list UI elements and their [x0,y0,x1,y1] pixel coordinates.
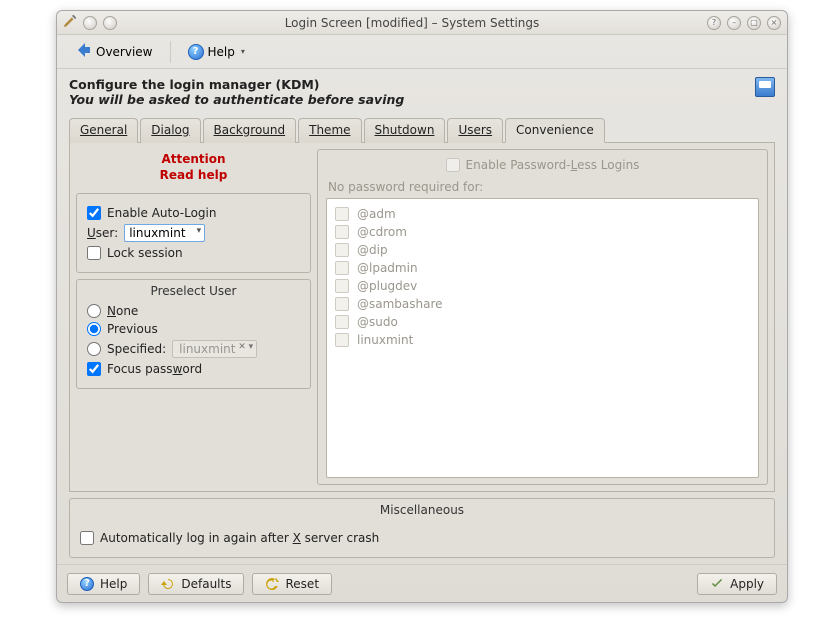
tab-panel-convenience: Attention Read help Enable Auto-Login Us… [69,143,775,492]
checkbox-disabled [335,225,349,239]
list-item: @plugdev [335,277,750,295]
list-item: @sambashare [335,295,750,313]
auto-relogin-label: Automatically log in again after X serve… [100,531,379,545]
settings-window: Login Screen [modified] – System Setting… [56,10,788,603]
tab-shutdown[interactable]: Shutdown [364,118,446,143]
content-area: Configure the login manager (KDM) You wi… [57,69,787,564]
autologin-group: Enable Auto-Login User: linuxmint Lock s… [76,193,311,273]
undo-icon [161,577,175,591]
back-arrow-icon [74,41,92,62]
lock-session-label: Lock session [107,246,183,260]
help-button-label: Help [100,577,127,591]
maximize-button[interactable]: ▢ [747,16,761,30]
toolbar: Overview ? Help ▾ [57,35,787,69]
checkbox-disabled [335,279,349,293]
app-icon [63,14,77,31]
passwordless-group: Enable Password-Less Logins No password … [317,149,768,485]
list-item: linuxmint [335,331,750,349]
checkbox-disabled [335,315,349,329]
titlebar-button-1[interactable] [83,16,97,30]
help-titlebar-button[interactable]: ? [707,16,721,30]
footer-buttons: ? Help Defaults Reset Apply [57,564,787,602]
overview-label: Overview [96,45,153,59]
help-icon: ? [188,44,204,60]
preselect-previous-radio[interactable] [87,322,101,336]
auto-relogin-checkbox[interactable] [80,531,94,545]
tab-general[interactable]: General [69,118,138,143]
user-label: User: [87,226,118,240]
enable-passwordless-label: Enable Password-Less Logins [466,158,640,172]
tab-users[interactable]: Users [447,118,503,143]
list-item: @dip [335,241,750,259]
list-item: @adm [335,205,750,223]
checkbox-disabled [335,261,349,275]
passwordless-user-list: @adm @cdrom @dip @lpadmin @plugdev @samb… [326,198,759,478]
reset-button[interactable]: Reset [252,573,332,595]
preselect-group: Preselect User None Previous Specified: [76,279,311,389]
minimize-button[interactable]: – [727,16,741,30]
toolbar-separator [170,41,171,63]
tab-dialog[interactable]: Dialog [140,118,200,143]
config-header: Configure the login manager (KDM) You wi… [69,77,775,107]
checkbox-disabled [335,297,349,311]
list-item: @lpadmin [335,259,750,277]
enable-autologin-label: Enable Auto-Login [107,206,216,220]
checkbox-disabled [335,333,349,347]
list-item: @sudo [335,313,750,331]
preselect-none-radio[interactable] [87,304,101,318]
page-title: Configure the login manager (KDM) [69,77,404,92]
preselect-none-label: None [107,304,138,318]
help-button[interactable]: ? Help [67,573,140,595]
apply-button-label: Apply [730,577,764,591]
attention-notice: Attention Read help [76,149,311,187]
reset-icon [265,577,279,591]
attention-line1: Attention [76,151,311,167]
tab-background[interactable]: Background [203,118,297,143]
misc-group: Miscellaneous Automatically log in again… [69,498,775,558]
close-button[interactable]: × [767,16,781,30]
apply-icon [710,577,724,591]
help-icon: ? [80,577,94,591]
apply-button[interactable]: Apply [697,573,777,595]
attention-line2: Read help [76,167,311,183]
titlebar: Login Screen [modified] – System Setting… [57,11,787,35]
help-label: Help [208,45,235,59]
help-menu-button[interactable]: ? Help ▾ [181,40,252,64]
overview-button[interactable]: Overview [67,37,160,66]
misc-title: Miscellaneous [70,499,774,521]
autologin-user-select[interactable]: linuxmint [124,224,205,242]
preselect-specified-select: linuxmint [172,340,257,358]
window-title: Login Screen [modified] – System Setting… [117,16,707,30]
focus-password-checkbox[interactable] [87,362,101,376]
enable-passwordless-checkbox[interactable] [446,158,460,172]
defaults-button-label: Defaults [181,577,231,591]
tab-bar: General Dialog Background Theme Shutdown… [69,117,775,143]
passwordless-list-label: No password required for: [328,180,759,194]
save-indicator-icon [755,77,775,97]
focus-password-label: Focus password [107,362,202,376]
preselect-specified-label: Specified: [107,342,166,356]
preselect-previous-label: Previous [107,322,158,336]
titlebar-button-2[interactable] [103,16,117,30]
checkbox-disabled [335,243,349,257]
enable-autologin-checkbox[interactable] [87,206,101,220]
chevron-down-icon: ▾ [241,47,245,56]
tab-theme[interactable]: Theme [298,118,361,143]
left-column: Attention Read help Enable Auto-Login Us… [76,149,311,485]
lock-session-checkbox[interactable] [87,246,101,260]
list-item: @cdrom [335,223,750,241]
tab-convenience[interactable]: Convenience [505,118,605,143]
reset-button-label: Reset [285,577,319,591]
preselect-title: Preselect User [87,284,300,298]
checkbox-disabled [335,207,349,221]
defaults-button[interactable]: Defaults [148,573,244,595]
page-subtitle: You will be asked to authenticate before… [69,92,404,107]
preselect-specified-radio[interactable] [87,342,101,356]
